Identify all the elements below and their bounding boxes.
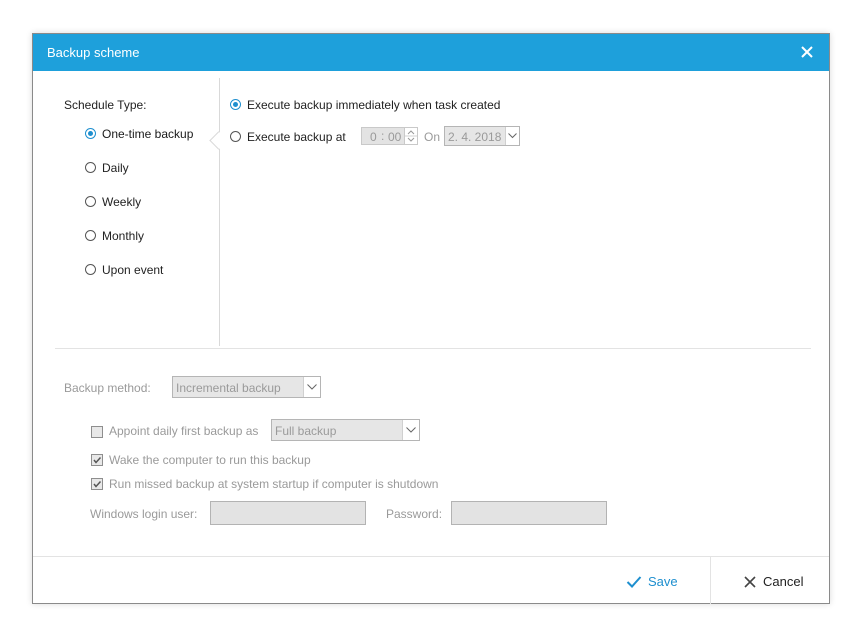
footer-button-divider [710, 557, 711, 604]
option-weekly-label[interactable]: Weekly [102, 195, 141, 209]
schedule-type-label: Schedule Type: [64, 98, 147, 112]
hour-value[interactable]: 0 [370, 130, 377, 144]
wake-computer-label: Wake the computer to run this backup [109, 453, 311, 467]
backup-method-value: Incremental backup [176, 381, 281, 395]
chevron-down-icon[interactable] [303, 377, 320, 397]
save-button[interactable]: Save [625, 567, 685, 597]
windows-login-label: Windows login user: [90, 507, 198, 521]
chevron-down-icon[interactable] [402, 420, 419, 440]
title-bar: Backup scheme [33, 34, 829, 71]
chevron-down-icon[interactable] [505, 127, 519, 145]
selection-notch [209, 131, 228, 150]
backup-method-select[interactable]: Incremental backup [172, 376, 321, 398]
horizontal-divider [55, 348, 811, 349]
minute-value[interactable]: 00 [388, 130, 401, 144]
run-missed-label: Run missed backup at system startup if c… [109, 477, 439, 491]
checkmark-icon [626, 576, 642, 588]
appoint-daily-checkbox[interactable] [91, 426, 103, 438]
date-picker[interactable]: 2. 4. 2018 [444, 126, 520, 146]
close-icon [744, 576, 756, 588]
checkmark-icon [93, 480, 102, 488]
option-one-time-backup-label[interactable]: One-time backup [102, 127, 193, 141]
backup-scheme-dialog: Backup scheme Schedule Type: One-time ba… [32, 33, 830, 604]
password-input[interactable] [451, 501, 607, 525]
backup-method-label: Backup method: [64, 381, 151, 395]
execute-immediately-label[interactable]: Execute backup immediately when task cre… [247, 98, 500, 112]
windows-login-input[interactable] [210, 501, 366, 525]
save-button-label: Save [648, 574, 678, 589]
time-colon: : [381, 129, 385, 143]
cancel-button[interactable]: Cancel [742, 567, 812, 597]
radio-upon-event[interactable] [85, 264, 96, 275]
wake-computer-checkbox[interactable] [91, 454, 103, 466]
radio-daily[interactable] [85, 162, 96, 173]
option-daily-label[interactable]: Daily [102, 161, 129, 175]
vertical-divider [219, 78, 220, 346]
option-upon-event-label[interactable]: Upon event [102, 263, 163, 277]
close-icon[interactable] [797, 42, 817, 62]
radio-one-time-backup[interactable] [85, 128, 96, 139]
date-value: 2. 4. 2018 [448, 130, 502, 144]
appoint-daily-label: Appoint daily first backup as [109, 424, 259, 438]
radio-monthly[interactable] [85, 230, 96, 241]
cancel-button-label: Cancel [763, 574, 804, 589]
option-monthly-label[interactable]: Monthly [102, 229, 144, 243]
time-spin-buttons[interactable] [404, 128, 417, 144]
run-missed-checkbox[interactable] [91, 478, 103, 490]
appoint-daily-value: Full backup [275, 424, 337, 438]
execute-at-label[interactable]: Execute backup at [247, 130, 346, 144]
radio-execute-immediately[interactable] [230, 99, 241, 110]
radio-weekly[interactable] [85, 196, 96, 207]
appoint-daily-select[interactable]: Full backup [271, 419, 420, 441]
radio-execute-at[interactable] [230, 131, 241, 142]
time-spinner[interactable]: 0 : 00 [361, 127, 418, 145]
on-label: On [424, 130, 441, 144]
password-label: Password: [386, 507, 443, 521]
checkmark-icon [93, 456, 102, 464]
dialog-title: Backup scheme [47, 45, 140, 60]
